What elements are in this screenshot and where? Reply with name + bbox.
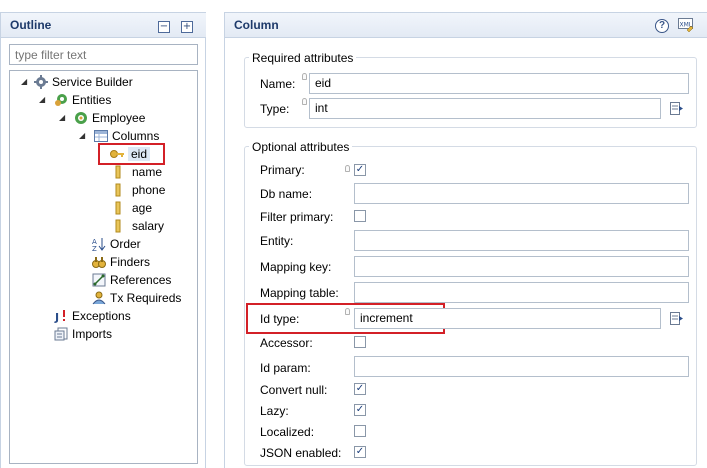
column-icon — [114, 183, 122, 197]
mapping-key-label: Mapping key: — [260, 260, 332, 274]
binoculars-icon — [92, 255, 106, 269]
sort-order-icon: AZ — [92, 237, 106, 253]
tree-label: eid — [128, 147, 151, 161]
content-assist-bulb-icon — [345, 165, 350, 172]
localized-label: Localized: — [260, 425, 315, 439]
expand-arrow-icon[interactable]: ◢ — [79, 127, 88, 145]
entity-icon — [74, 111, 88, 125]
tree-item-finders[interactable]: Finders — [92, 253, 150, 271]
db-name-field[interactable] — [354, 183, 689, 204]
convert-null-label: Convert null: — [260, 383, 328, 397]
service-builder-icon — [34, 75, 48, 89]
tree-item-name[interactable]: name — [114, 163, 162, 181]
tree-label: Imports — [72, 327, 113, 341]
references-icon — [92, 273, 106, 287]
id-param-label: Id param: — [260, 361, 311, 375]
content-assist-bulb-icon — [302, 98, 307, 105]
outline-title: Outline — [10, 18, 52, 32]
tree-label: Service Builder — [52, 75, 133, 89]
svg-text:J: J — [54, 311, 59, 323]
table-icon — [94, 129, 108, 143]
tree-label: Finders — [110, 255, 151, 269]
imports-icon — [54, 327, 68, 341]
tree-label: salary — [132, 219, 165, 233]
expand-all-icon[interactable]: + — [181, 21, 193, 33]
tree-item-imports[interactable]: Imports — [54, 325, 112, 343]
tree-item-order[interactable]: AZ Order — [92, 235, 141, 253]
required-attributes-title: Required attributes — [249, 51, 357, 65]
db-name-label: Db name: — [260, 187, 313, 201]
convert-null-checkbox[interactable]: ✓ — [354, 383, 366, 395]
entities-icon — [54, 93, 68, 107]
accessor-label: Accessor: — [260, 336, 313, 350]
id-param-field[interactable] — [354, 356, 689, 377]
transaction-icon — [92, 291, 106, 305]
tree-label: Order — [110, 237, 141, 251]
tree-item-references[interactable]: References — [92, 271, 171, 289]
lazy-label: Lazy: — [260, 404, 289, 418]
collapse-all-icon[interactable]: − — [158, 21, 170, 33]
localized-checkbox[interactable] — [354, 425, 366, 437]
mapping-key-field[interactable] — [354, 256, 689, 277]
tree-label: Exceptions — [72, 309, 131, 323]
name-field[interactable]: eid — [309, 73, 689, 94]
tree-label: Columns — [112, 129, 160, 143]
tree-item-tx-requireds[interactable]: Tx Requireds — [92, 289, 181, 307]
help-icon[interactable]: ? — [655, 19, 669, 33]
expand-arrow-icon[interactable]: ◢ — [21, 73, 30, 91]
tree-label: phone — [132, 183, 166, 197]
primary-checkbox[interactable]: ✓ — [354, 164, 366, 176]
column-icon — [114, 201, 122, 215]
mapping-table-field[interactable] — [354, 282, 689, 303]
tree-label: Tx Requireds — [110, 291, 182, 305]
exception-icon: J — [54, 309, 68, 324]
tree-item-exceptions[interactable]: J Exceptions — [54, 307, 131, 325]
tree-item-salary[interactable]: salary — [114, 217, 164, 235]
tree-label: References — [110, 273, 172, 287]
name-label: Name: — [260, 77, 296, 91]
tree-item-eid[interactable]: eid — [110, 145, 151, 163]
browse-id-type-icon[interactable] — [670, 312, 683, 325]
type-field[interactable]: int — [309, 98, 661, 119]
optional-attributes-title: Optional attributes — [249, 140, 353, 154]
lazy-checkbox[interactable]: ✓ — [354, 404, 366, 416]
mapping-table-label: Mapping table: — [260, 286, 339, 300]
tree-item-phone[interactable]: phone — [114, 181, 165, 199]
outline-view-header: Outline − + — [0, 12, 206, 38]
json-enabled-label: JSON enabled: — [260, 446, 342, 460]
primary-label: Primary: — [260, 163, 305, 177]
column-editor-header: Column ? XML — [224, 12, 707, 38]
content-assist-bulb-icon — [302, 73, 307, 80]
type-label: Type: — [260, 102, 290, 116]
column-icon — [114, 219, 122, 233]
entity-field[interactable] — [354, 230, 689, 251]
outline-tree: ◢ Service Builder ◢ Entities ◢ Employee … — [9, 70, 198, 464]
column-title: Column — [234, 18, 279, 32]
svg-text:Z: Z — [92, 245, 97, 251]
expand-arrow-icon[interactable]: ◢ — [59, 109, 68, 127]
tree-item-age[interactable]: age — [114, 199, 152, 217]
id-type-field[interactable]: increment — [354, 308, 661, 329]
tree-label: name — [132, 165, 163, 179]
accessor-checkbox[interactable] — [354, 336, 366, 348]
json-enabled-checkbox[interactable]: ✓ — [354, 446, 366, 458]
tree-label: age — [132, 201, 153, 215]
entity-label: Entity: — [260, 234, 294, 248]
tree-label: Entities — [72, 93, 112, 107]
column-icon — [114, 165, 122, 179]
tree-label: Employee — [92, 111, 146, 125]
filter-primary-label: Filter primary: — [260, 210, 334, 224]
xml-source-icon[interactable]: XML — [678, 18, 694, 33]
expand-arrow-icon[interactable]: ◢ — [39, 91, 48, 109]
content-assist-bulb-icon — [345, 308, 350, 315]
filter-input[interactable] — [9, 44, 198, 65]
id-type-label: Id type: — [260, 312, 300, 326]
filter-primary-checkbox[interactable] — [354, 210, 366, 222]
browse-type-icon[interactable] — [670, 102, 683, 115]
primary-key-icon — [110, 147, 124, 161]
